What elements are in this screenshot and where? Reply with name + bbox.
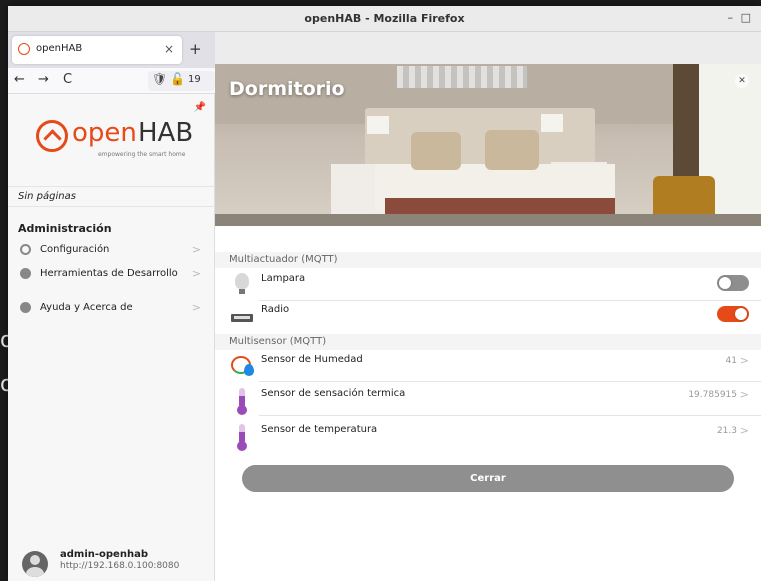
chevron-right-icon: >: [191, 267, 201, 280]
hero-lamp-left: [367, 116, 389, 134]
location-card-popup: Dormitorio ✕ Multiactuador (MQTT) Lampar…: [215, 64, 761, 581]
lampara-toggle[interactable]: [717, 275, 749, 291]
chevron-right-icon: >: [191, 243, 201, 256]
close-button[interactable]: Cerrar: [242, 465, 734, 492]
row-divider: [259, 415, 761, 416]
developer-tools-icon: [20, 268, 31, 279]
admin-section-title: Administración: [18, 222, 112, 235]
shield-icon[interactable]: 🛡: [152, 72, 167, 86]
list-item-sensor-temperatura[interactable]: Sensor de temperatura 21.3 >: [215, 418, 761, 452]
item-value: 19.785915: [688, 390, 737, 400]
gear-icon: [20, 244, 31, 255]
sidebar-item-herramientas[interactable]: Herramientas de Desarrollo >: [8, 264, 215, 286]
avatar: [22, 551, 48, 577]
item-label: Sensor de temperatura: [261, 424, 378, 435]
url-text[interactable]: 19: [188, 74, 201, 85]
chevron-right-icon: >: [739, 424, 749, 437]
item-label: Lampara: [261, 273, 306, 284]
sidebar-item-ayuda[interactable]: Ayuda y Acerca de >: [8, 298, 215, 320]
maximize-button[interactable]: □: [741, 11, 751, 24]
tab-label: openHAB: [36, 43, 83, 54]
bulb-icon: [231, 273, 253, 295]
close-icon[interactable]: ✕: [735, 74, 749, 88]
url-bar[interactable]: 🛡 🔓 19: [148, 71, 215, 91]
humidity-icon: [231, 354, 254, 376]
sidebar-item-label: Configuración: [40, 244, 110, 255]
thermometer-icon: [231, 424, 253, 451]
hero-lamp-right: [541, 114, 563, 132]
openhab-logo-icon: [36, 120, 68, 152]
server-url: http://192.168.0.100:8080: [60, 561, 180, 571]
list-item-sensor-sensacion[interactable]: Sensor de sensación termica 19.785915 >: [215, 382, 761, 416]
location-image: Dormitorio ✕: [215, 64, 761, 226]
forward-button[interactable]: →: [38, 72, 49, 87]
item-label: Sensor de sensación termica: [261, 388, 406, 399]
list-item-radio[interactable]: Radio: [215, 298, 761, 332]
user-name: admin-openhab: [60, 549, 148, 560]
sidebar-item-label: Ayuda y Acerca de: [40, 302, 133, 313]
openhab-logo[interactable]: open HAB empowering the smart home: [36, 118, 196, 162]
hero-pillow-left: [411, 132, 461, 170]
no-pages-label: Sin páginas: [8, 186, 215, 207]
pin-icon[interactable]: 📌: [194, 102, 206, 113]
sidebar-item-label: Herramientas de Desarrollo: [40, 268, 178, 279]
sidebar-item-configuracion[interactable]: Configuración >: [8, 240, 215, 262]
window-titlebar[interactable]: openHAB - Mozilla Firefox – □: [8, 6, 761, 32]
insecure-lock-icon[interactable]: 🔓: [170, 72, 185, 86]
item-value: 21.3: [716, 426, 737, 436]
back-button[interactable]: ←: [14, 72, 25, 87]
radio-toggle[interactable]: [717, 306, 749, 322]
hero-pillow-right: [485, 130, 539, 170]
section-header: Multiactuador (MQTT): [215, 252, 761, 268]
logo-text-open: open: [72, 118, 137, 148]
thermometer-icon: [231, 388, 253, 415]
section-label: Multiactuador (MQTT): [229, 254, 338, 265]
window-title: openHAB - Mozilla Firefox: [304, 12, 465, 25]
user-profile[interactable]: admin-openhab http://192.168.0.100:8080: [8, 541, 215, 581]
item-value: 41: [725, 356, 737, 366]
hero-floor: [215, 214, 761, 226]
list-item-sensor-humedad[interactable]: Sensor de Humedad 41 >: [215, 348, 761, 382]
sidebar: 📌 open HAB empowering the smart home Sin…: [8, 94, 215, 581]
logo-tagline: empowering the smart home: [98, 151, 186, 158]
item-label: Radio: [261, 304, 290, 315]
hero-wall-art: [397, 66, 527, 88]
new-tab-button[interactable]: +: [189, 40, 202, 58]
logo-text-hab: HAB: [138, 118, 194, 148]
card-title: Dormitorio: [229, 78, 345, 100]
tab-bar: openHAB × +: [8, 32, 215, 68]
section-label: Multisensor (MQTT): [229, 336, 327, 347]
radio-icon: [231, 304, 253, 326]
chevron-right-icon: >: [191, 301, 201, 314]
minimize-button[interactable]: –: [728, 11, 734, 24]
item-label: Sensor de Humedad: [261, 354, 363, 365]
list-item-lampara[interactable]: Lampara: [215, 267, 761, 301]
chevron-right-icon: >: [739, 388, 749, 401]
navigation-bar: ← → C 🛡 🔓 19: [8, 68, 215, 94]
tab-openhab[interactable]: openHAB ×: [12, 36, 182, 64]
openhab-favicon-icon: [18, 43, 30, 55]
help-icon: [20, 302, 31, 313]
reload-button[interactable]: C: [63, 72, 72, 87]
close-tab-icon[interactable]: ×: [164, 42, 174, 56]
chevron-right-icon: >: [739, 354, 749, 367]
